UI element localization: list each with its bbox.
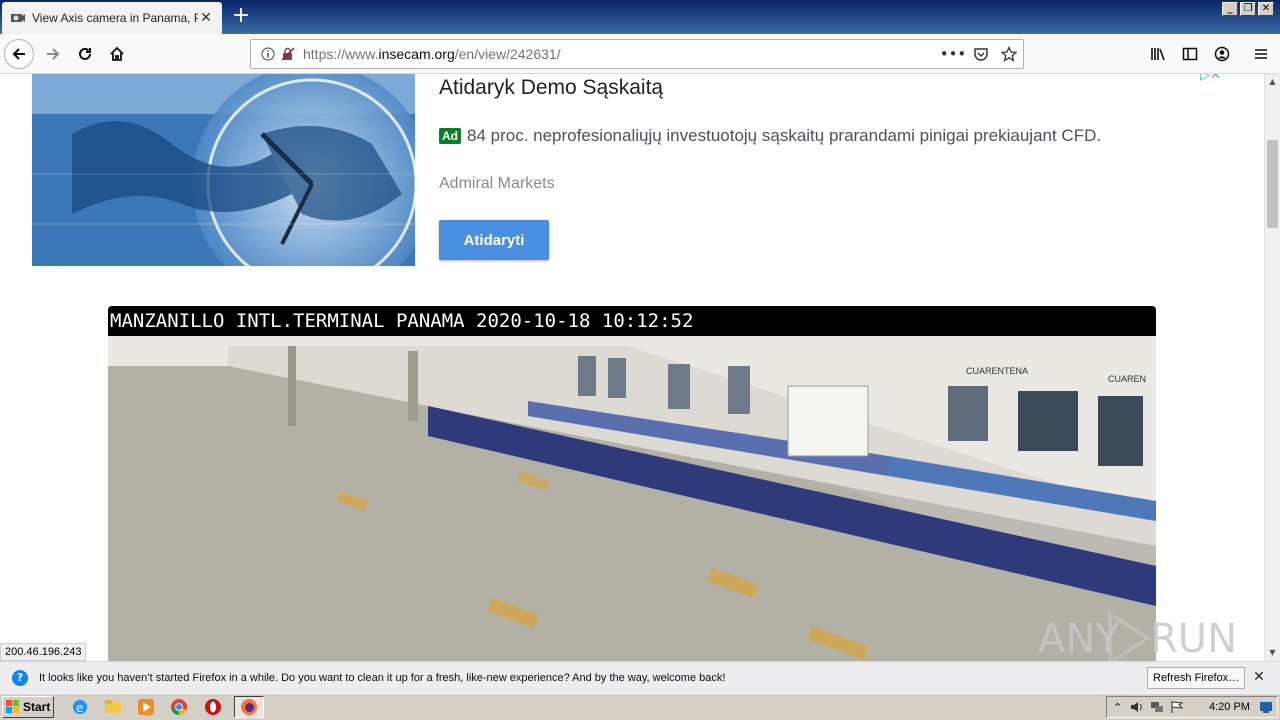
ad-image[interactable]	[32, 74, 415, 266]
sidebar-icon	[1182, 47, 1198, 61]
info-icon[interactable]	[259, 45, 277, 63]
action-center-flag-icon[interactable]	[1170, 700, 1184, 714]
forward-button[interactable]	[38, 39, 68, 69]
windows-logo-icon	[6, 700, 19, 713]
home-button[interactable]	[102, 39, 132, 69]
library-icon	[1151, 48, 1165, 61]
url-path: /en/view/242631/	[454, 46, 561, 62]
url-host: insecam.org	[378, 46, 455, 62]
hamburger-menu-icon	[1255, 49, 1267, 59]
insecure-lock-icon[interactable]	[279, 45, 297, 63]
status-tooltip: 200.46.196.243	[0, 643, 87, 661]
arrow-right-icon	[47, 48, 60, 60]
pocket-icon[interactable]	[967, 40, 995, 68]
new-tab-button[interactable]: +	[228, 4, 254, 30]
sidebar-button[interactable]	[1175, 39, 1205, 69]
back-button[interactable]	[4, 39, 34, 69]
volume-icon[interactable]	[1130, 700, 1144, 714]
quarantine-sign-2: CUAREN	[1108, 374, 1147, 384]
system-tray: ⌃ 4:20 PM	[1106, 696, 1278, 718]
reload-icon	[79, 47, 91, 60]
terminal-scene	[108, 306, 1156, 661]
ad-advertiser[interactable]: Admiral Markets	[439, 175, 555, 193]
camera-favicon-icon	[11, 14, 25, 22]
media-player-icon[interactable]	[136, 697, 156, 717]
page-content: Atidaryk Demo Sąskaitą Ad 84 proc. nepro…	[0, 74, 1264, 661]
notification-close-icon[interactable]: ✕	[1250, 668, 1268, 686]
tab-strip: View Axis camera in Panama, Panama ✕ + _…	[0, 0, 1280, 34]
watermark-text-left: ANY	[1038, 616, 1120, 661]
restore-button[interactable]: ❐	[1240, 2, 1256, 16]
scroll-thumb[interactable]	[1267, 140, 1278, 228]
library-button[interactable]	[1143, 39, 1173, 69]
tray-expand-icon[interactable]: ⌃	[1113, 701, 1122, 714]
minimize-button[interactable]: _	[1222, 2, 1238, 16]
firefox-icon	[241, 699, 257, 715]
start-label: Start	[23, 700, 51, 714]
ad-open-button[interactable]: Atidaryti	[439, 220, 549, 260]
reload-button[interactable]	[70, 39, 100, 69]
navigation-toolbar: https://www.insecam.org/en/view/242631/ …	[0, 34, 1280, 74]
address-bar[interactable]: https://www.insecam.org/en/view/242631/ …	[250, 39, 1024, 69]
ad-description[interactable]: Ad 84 proc. neprofesionaliųjų investuoto…	[439, 126, 1101, 146]
tab-active[interactable]: View Axis camera in Panama, Panama ✕	[2, 2, 222, 34]
folder-icon[interactable]	[103, 697, 123, 717]
tab-close-icon[interactable]: ✕	[198, 10, 214, 26]
start-button[interactable]: Start	[2, 696, 54, 718]
network-icon[interactable]	[1150, 700, 1164, 714]
ad-badge: Ad	[439, 128, 461, 144]
home-icon	[110, 46, 124, 61]
notification-message: It looks like you haven’t started Firefo…	[39, 671, 726, 684]
opera-icon[interactable]	[203, 697, 223, 717]
info-circle-icon: ?	[12, 669, 28, 686]
clock[interactable]: 4:20 PM	[1209, 701, 1250, 713]
scroll-up-icon[interactable]: ▲	[1265, 74, 1280, 90]
scroll-down-icon[interactable]: ▼	[1265, 645, 1280, 661]
chrome-icon[interactable]	[169, 697, 189, 717]
account-icon	[1214, 46, 1230, 62]
quarantine-sign-1: CUARENTENA	[966, 366, 1029, 376]
window-controls: _ ❐ ✕	[1222, 2, 1274, 16]
ie-icon[interactable]: e	[70, 697, 90, 717]
svg-text:e: e	[76, 701, 83, 715]
anyrun-watermark: ANY RUN	[1038, 608, 1238, 661]
menu-button[interactable]	[1246, 39, 1276, 69]
refresh-firefox-button[interactable]: Refresh Firefox…	[1147, 667, 1246, 689]
world-clock-illustration	[32, 74, 415, 266]
tab-title: View Axis camera in Panama, Panama	[32, 11, 198, 25]
ad-description-text: 84 proc. neprofesionaliųjų investuotojų …	[467, 126, 1102, 145]
url-text[interactable]: https://www.insecam.org/en/view/242631/	[303, 46, 939, 62]
camera-feed-image[interactable]: CUARENTENA CUAREN MANZANILLO INTL.TERMIN…	[108, 306, 1156, 661]
bookmark-star-icon[interactable]	[995, 40, 1023, 68]
adchoices-icon[interactable]: ▷✕	[1200, 74, 1221, 83]
notification-bar: ? It looks like you haven’t started Fire…	[0, 661, 1280, 693]
arrow-left-icon	[12, 48, 25, 60]
camera-timestamp-overlay: MANZANILLO INTL.TERMINAL PANAMA 2020-10-…	[108, 306, 1156, 336]
url-scheme: https://www.	[303, 46, 379, 62]
ad-headline[interactable]: Atidaryk Demo Sąskaitą	[439, 76, 663, 100]
watermark-text-right: RUN	[1150, 616, 1237, 661]
taskbar: Start e ⌃ 4:20 PM	[0, 693, 1280, 720]
vertical-scrollbar[interactable]: ▲ ▼	[1264, 74, 1280, 661]
show-desktop-icon[interactable]	[1259, 700, 1273, 714]
close-window-button[interactable]: ✕	[1258, 2, 1274, 16]
firefox-taskbar-button[interactable]	[234, 696, 264, 718]
account-button[interactable]	[1207, 39, 1237, 69]
page-actions-button[interactable]: •••	[939, 40, 967, 68]
